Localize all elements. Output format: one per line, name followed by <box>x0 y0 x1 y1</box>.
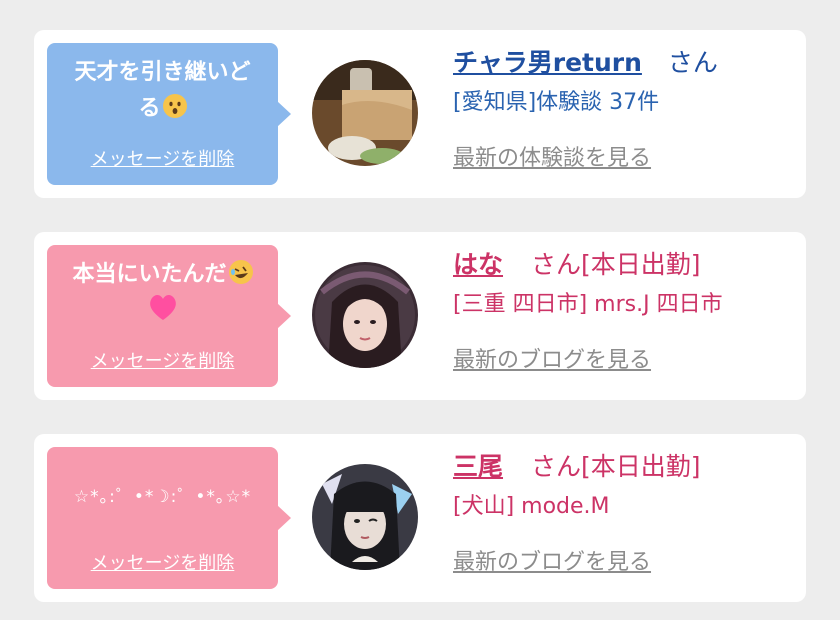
name-row: はな さん[本日出勤] <box>453 248 723 282</box>
delete-message-link[interactable]: メッセージを削除 <box>47 347 278 373</box>
profile-detail: [愛知県]体験談 37件 <box>453 90 660 115</box>
message-bubble: ☆*｡:゜•*☽:゜•*｡☆* メッセージを削除 <box>47 447 291 589</box>
status-badge: [本日出勤] <box>580 250 701 279</box>
pink-heart-icon <box>148 293 178 326</box>
profile-info: はな さん[本日出勤] [三重 四日市] mrs.J 四日市 最新のブログを見る <box>453 248 723 374</box>
message-bubble: 本当にいたんだ メッセージを削除 <box>47 245 291 387</box>
latest-link[interactable]: 最新のブログを見る <box>453 342 723 374</box>
rolling-laughing-face-icon <box>228 260 253 284</box>
profile-name-link[interactable]: チャラ男return <box>453 48 642 77</box>
latest-link[interactable]: 最新のブログを見る <box>453 544 701 576</box>
avatar[interactable] <box>312 464 418 570</box>
profile-name-link[interactable]: はな <box>453 250 503 279</box>
avatar[interactable] <box>312 60 418 166</box>
message-line-1: 天才を引き継いど <box>74 60 251 85</box>
message-line-2: る <box>138 96 161 121</box>
profile-info: 三尾 さん[本日出勤] [犬山] mode.M 最新のブログを見る <box>453 450 701 576</box>
message-card: ☆*｡:゜•*☽:゜•*｡☆* メッセージを削除 三尾 さん[本日出勤] [犬山… <box>34 434 806 602</box>
name-row: チャラ男return さん <box>453 46 718 80</box>
message-card: 本当にいたんだ メッセージを削除 はな さん[本日出勤] [三重 四日市] mr… <box>34 232 806 400</box>
profile-name-link[interactable]: 三尾 <box>453 452 503 481</box>
message-bubble: 天才を引き継いど る メッセージを削除 <box>47 43 291 185</box>
honorific: さん <box>667 48 718 77</box>
profile-detail: [三重 四日市] mrs.J 四日市 <box>453 292 723 317</box>
honorific: さん <box>530 452 581 481</box>
avatar[interactable] <box>312 262 418 368</box>
latest-link[interactable]: 最新の体験談を見る <box>453 140 718 172</box>
profile-info: チャラ男return さん [愛知県]体験談 37件 最新の体験談を見る <box>453 46 718 172</box>
message-text: ☆*｡:゜•*☽:゜•*｡☆* <box>47 447 278 515</box>
message-line-1: ☆*｡:゜•*☽:゜•*｡☆* <box>73 487 252 507</box>
honorific: さん <box>530 250 581 279</box>
message-text: 本当にいたんだ <box>47 245 278 333</box>
message-text: 天才を引き継いど る <box>47 43 278 127</box>
delete-message-link[interactable]: メッセージを削除 <box>47 549 278 575</box>
delete-message-link[interactable]: メッセージを削除 <box>47 145 278 171</box>
message-line-1: 本当にいたんだ <box>72 262 227 287</box>
message-card: 天才を引き継いど る メッセージを削除 チャラ男return さん [愛知県]体… <box>34 30 806 198</box>
status-badge: [本日出勤] <box>580 452 701 481</box>
profile-detail: [犬山] mode.M <box>453 494 610 519</box>
name-row: 三尾 さん[本日出勤] <box>453 450 701 484</box>
astonished-face-icon <box>162 94 187 118</box>
